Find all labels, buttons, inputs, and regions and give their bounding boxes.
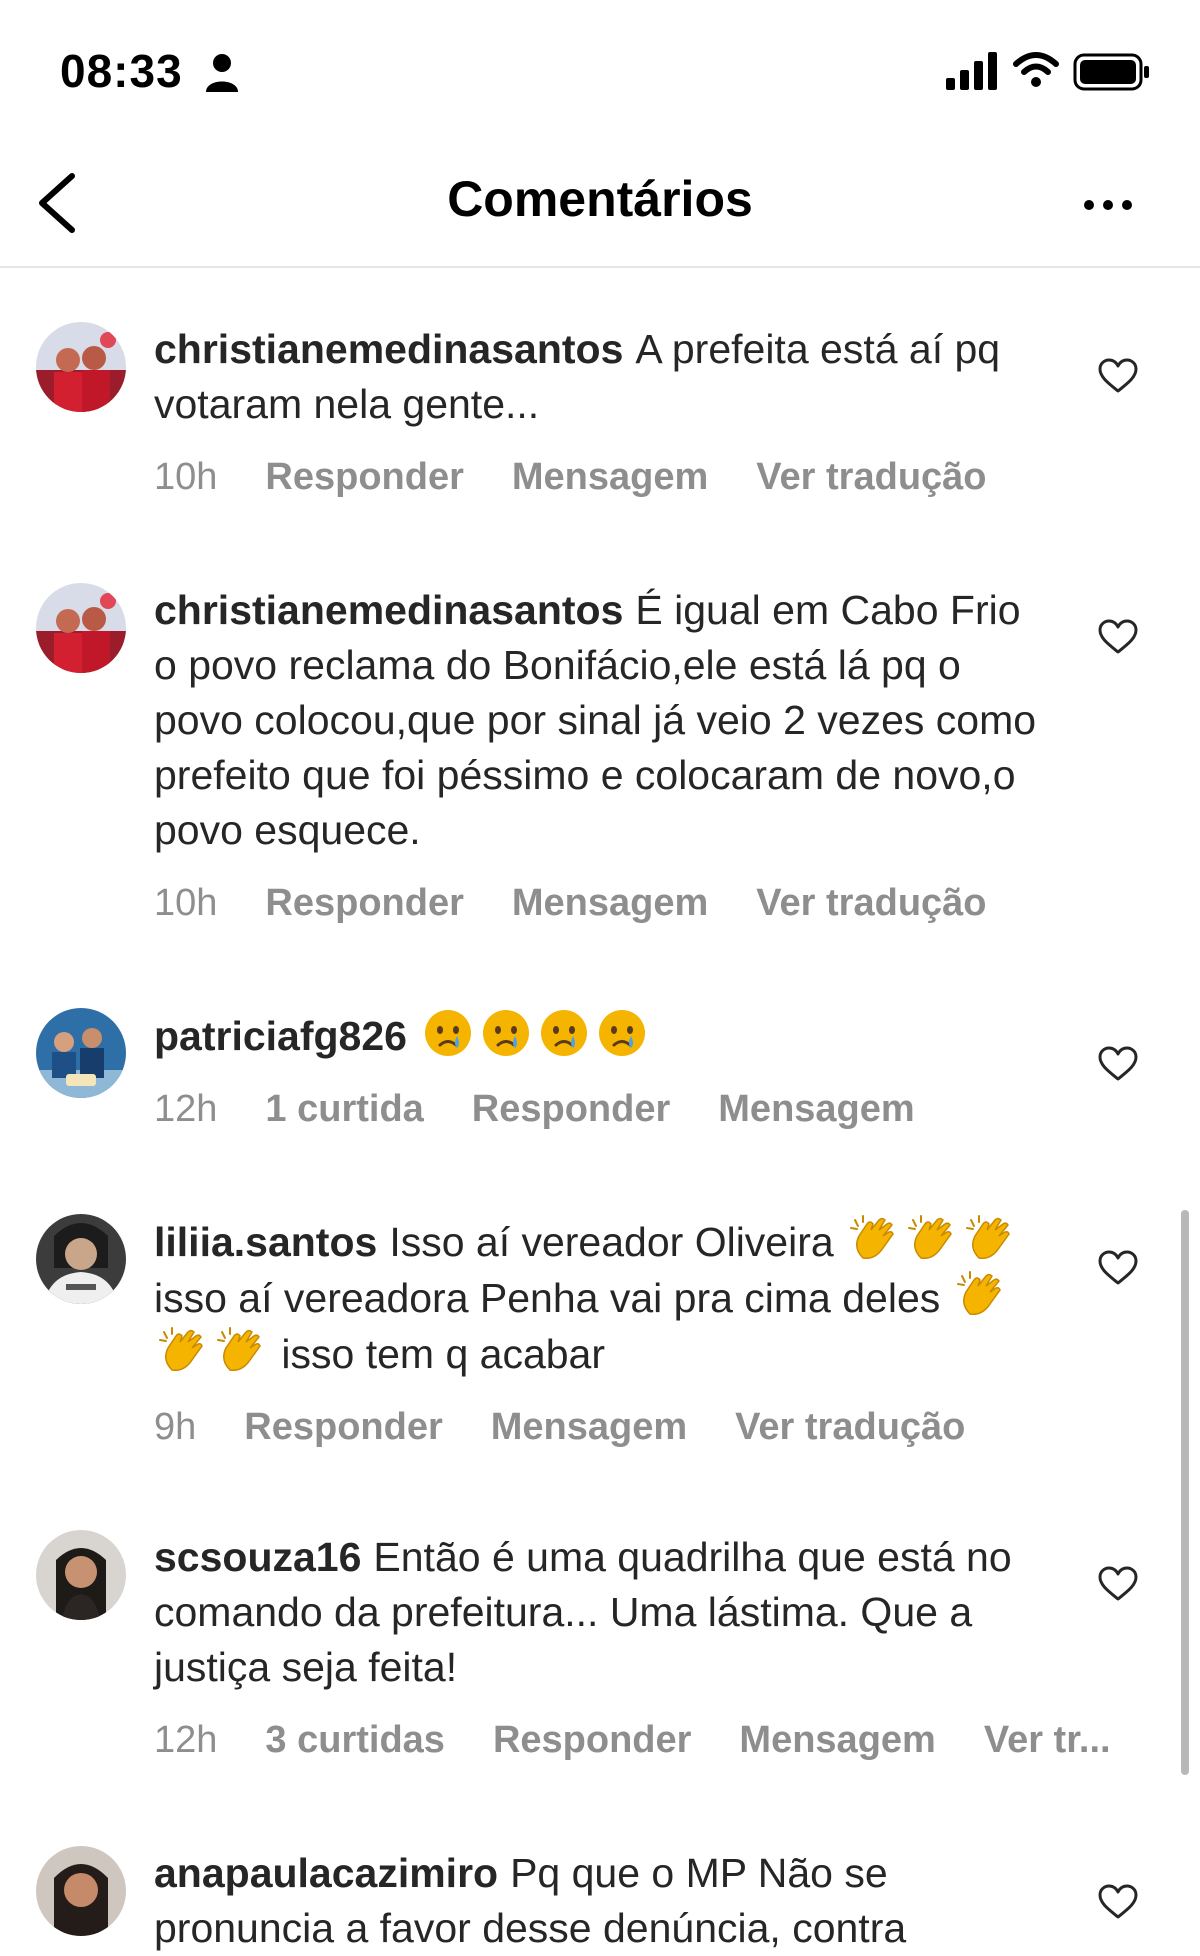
avatar[interactable]: [36, 322, 126, 412]
status-bar: 08:33: [0, 0, 1200, 140]
see-translation-button[interactable]: Ver tradução: [756, 456, 986, 498]
message-button[interactable]: Mensagem: [512, 882, 708, 924]
comment-username[interactable]: christianemedinasantos: [154, 326, 623, 372]
cellular-signal-icon: [946, 52, 997, 90]
comment-username[interactable]: scsouza16: [154, 1534, 361, 1580]
crying-face-emoji: [540, 1010, 587, 1056]
comment-body: patriciafg826 12h 1 curtida Responder Mensa…: [154, 1008, 1044, 1131]
comment-meta: 10h Responder Mensagem Ver tradução: [154, 882, 1044, 925]
clapping-hands-emoji: [908, 1215, 952, 1260]
crying-face-emoji: [424, 1010, 471, 1056]
battery-icon: [1073, 53, 1149, 91]
comment-body: christianemedinasantos É igual em Cabo Fr…: [154, 583, 1044, 925]
clapping-hands-emoji: [159, 1327, 203, 1372]
comment-content: Isso aí vereador Oliveira: [389, 1219, 834, 1265]
comment-text: patriciafg826: [154, 1008, 1044, 1064]
message-button[interactable]: Mensagem: [512, 456, 708, 498]
wifi-icon: [1013, 52, 1059, 87]
message-button[interactable]: Mensagem: [491, 1406, 687, 1448]
message-button[interactable]: Mensagem: [718, 1088, 914, 1130]
see-translation-button[interactable]: Ver tradução: [735, 1406, 965, 1448]
comment-body: liliia.santos Isso aí vereador Oliveira i…: [154, 1214, 1044, 1449]
comment-content: isso aí vereadora Penha vai pra cima del…: [154, 1275, 941, 1321]
comment-text: anapaulacazimiro Pq que o MP Não se pronu…: [154, 1846, 1044, 1956]
heart-outline-icon[interactable]: [1098, 1884, 1138, 1920]
see-translation-button[interactable]: Ver tradução: [756, 882, 986, 924]
comment-meta: 12h 3 curtidas Responder Mensagem Ver tr...: [154, 1719, 1111, 1762]
avatar[interactable]: [36, 1530, 126, 1620]
nav-bar: Comentários: [0, 140, 1200, 268]
more-horizontal-icon[interactable]: [1082, 192, 1134, 218]
likes-count[interactable]: 3 curtidas: [265, 1719, 445, 1761]
status-time: 08:33: [60, 45, 183, 97]
scrollbar[interactable]: [1181, 1210, 1189, 1775]
avatar[interactable]: [36, 1846, 126, 1936]
comment-text: scsouza16 Então é uma quadrilha que está …: [154, 1530, 1044, 1695]
heart-outline-icon[interactable]: [1098, 358, 1138, 394]
comment-meta: 12h 1 curtida Responder Mensagem: [154, 1088, 1044, 1131]
comment-text: liliia.santos Isso aí vereador Oliveira i…: [154, 1214, 1044, 1382]
heart-outline-icon[interactable]: [1098, 1566, 1138, 1602]
reply-button[interactable]: Responder: [472, 1088, 670, 1130]
comment-username[interactable]: anapaulacazimiro: [154, 1850, 498, 1896]
avatar[interactable]: [36, 1214, 126, 1304]
reply-button[interactable]: Responder: [265, 882, 463, 924]
comment-body: christianemedinasantos A prefeita está aí…: [154, 322, 1044, 499]
comment-username[interactable]: liliia.santos: [154, 1219, 377, 1265]
clapping-hands-emoji: [217, 1327, 261, 1372]
message-button[interactable]: Mensagem: [739, 1719, 935, 1761]
comment-body: scsouza16 Então é uma quadrilha que está …: [154, 1530, 1111, 1762]
clapping-hands-emoji: [956, 1271, 1001, 1316]
comment-username[interactable]: patriciafg826: [154, 1013, 407, 1059]
heart-outline-icon[interactable]: [1098, 619, 1138, 655]
comment-meta: 10h Responder Mensagem Ver tradução: [154, 456, 1044, 499]
comment-text: christianemedinasantos A prefeita está aí…: [154, 322, 1044, 432]
comment-time: 10h: [154, 882, 218, 924]
comment-text: christianemedinasantos É igual em Cabo Fr…: [154, 583, 1044, 858]
comment-content: isso tem q acabar: [281, 1331, 606, 1377]
reply-button[interactable]: Responder: [493, 1719, 691, 1761]
comment-time: 10h: [154, 456, 218, 498]
clapping-hands-emoji: [966, 1215, 1010, 1260]
likes-count[interactable]: 1 curtida: [265, 1088, 423, 1130]
crying-face-emoji: [598, 1010, 645, 1056]
reply-button[interactable]: Responder: [244, 1406, 442, 1448]
comment-meta: 9h Responder Mensagem Ver tradução: [154, 1406, 1044, 1449]
comment-body: anapaulacazimiro Pq que o MP Não se pronu…: [154, 1846, 1044, 1956]
crying-face-emoji: [482, 1010, 529, 1056]
comment-time: 12h: [154, 1088, 218, 1130]
avatar[interactable]: [36, 1008, 126, 1098]
see-translation-button[interactable]: Ver tr...: [984, 1719, 1111, 1761]
clapping-hands-emoji: [850, 1215, 894, 1260]
heart-outline-icon[interactable]: [1098, 1046, 1138, 1082]
page-title: Comentários: [447, 171, 753, 227]
comment-time: 12h: [154, 1719, 218, 1761]
comment-username[interactable]: christianemedinasantos: [154, 587, 623, 633]
avatar[interactable]: [36, 583, 126, 673]
comment-time: 9h: [154, 1406, 197, 1448]
reply-button[interactable]: Responder: [265, 456, 463, 498]
person-icon: [206, 54, 238, 92]
heart-outline-icon[interactable]: [1098, 1250, 1138, 1286]
